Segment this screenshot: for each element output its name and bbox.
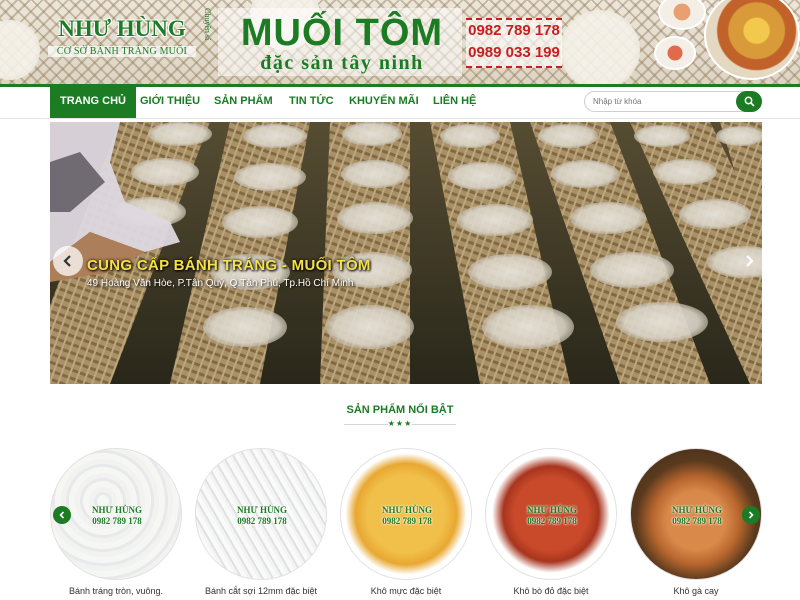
watermark-phone: 0982 789 178: [672, 516, 722, 526]
logo-subtitle: CƠ SỞ BÁNH TRÁNG MUỐI: [48, 46, 196, 57]
product-name[interactable]: Bánh cắt sợi 12mm đặc biệt: [189, 586, 333, 596]
watermark-name: NHƯ HÙNG: [672, 505, 722, 515]
section-title: SẢN PHẨM NỔI BẬT: [346, 404, 454, 416]
product-image: NHƯ HÙNG 0982 789 178: [195, 448, 327, 580]
product-name[interactable]: Bánh tráng tròn, vuông.: [44, 586, 188, 596]
product-image: NHƯ HÙNG 0982 789 178: [485, 448, 617, 580]
watermark-phone: 0982 789 178: [237, 516, 287, 526]
product-image: NHƯ HÙNG 0982 789 178: [340, 448, 472, 580]
section-stars: ★★★: [387, 419, 413, 428]
chevron-left-icon: [59, 511, 65, 519]
search-button[interactable]: [736, 91, 762, 112]
dish-image: [704, 0, 800, 80]
nav-item-about[interactable]: GIỚI THIỆU: [130, 87, 210, 116]
nav-item-promotions[interactable]: KHUYẾN MÃI: [339, 87, 429, 116]
chevron-left-icon: [63, 255, 71, 267]
product-name[interactable]: Khô bò đỏ đặc biệt: [479, 586, 623, 596]
product-name[interactable]: Khô gà cay: [624, 586, 768, 596]
hotline-phone-2[interactable]: 0989 033 199: [466, 42, 562, 64]
product-watermark: NHƯ HÙNG 0982 789 178: [196, 505, 326, 527]
watermark-name: NHƯ HÙNG: [237, 505, 287, 515]
dish-image: [658, 0, 706, 30]
product-card[interactable]: NHƯ HÙNG 0982 789 178 Khô mực đặc biệt: [340, 446, 472, 600]
product-name[interactable]: Khô mực đặc biệt: [334, 586, 478, 596]
dish-image: [654, 36, 696, 70]
hero-image: [50, 122, 762, 384]
search-icon: [744, 96, 755, 107]
brand-title: MUỐI TÔM: [240, 12, 444, 54]
hotline-box: 0982 789 178 0989 033 199: [466, 18, 562, 68]
product-card[interactable]: NHƯ HÙNG 0982 789 178 Khô bò đỏ đặc biệt: [485, 446, 617, 600]
slider-prev-button[interactable]: [53, 246, 83, 276]
product-carousel: NHƯ HÙNG 0982 789 178 Bánh tráng tròn, v…: [50, 446, 762, 600]
nav-item-contact[interactable]: LIÊN HỆ: [423, 87, 486, 116]
chevron-right-icon: [748, 511, 754, 519]
watermark-phone: 0982 789 178: [527, 516, 577, 526]
nav-item-products[interactable]: SẢN PHẨM: [204, 87, 283, 116]
nav-item-home[interactable]: TRANG CHỦ: [50, 87, 136, 118]
carousel-prev-button[interactable]: [53, 506, 71, 524]
slider-next-button[interactable]: [734, 246, 762, 276]
product-card[interactable]: NHƯ HÙNG 0982 789 178 Bánh cắt sợi 12mm …: [195, 446, 327, 600]
header-banner: NHƯ HÙNG CƠ SỞ BÁNH TRÁNG MUỐI Chuyên sỉ…: [0, 0, 800, 84]
watermark-phone: 0982 789 178: [92, 516, 142, 526]
search-input[interactable]: [593, 94, 733, 109]
product-card[interactable]: NHƯ HÙNG 0982 789 178 Bánh tráng tròn, v…: [50, 446, 182, 600]
carousel-next-button[interactable]: [742, 506, 760, 524]
watermark-phone: 0982 789 178: [382, 516, 432, 526]
food-photo: [650, 0, 800, 84]
watermark-name: NHƯ HÙNG: [382, 505, 432, 515]
hero-slider: CUNG CẤP BÁNH TRÁNG - MUỐI TÔM 49 Hoàng …: [50, 122, 762, 384]
search-box: [584, 91, 762, 112]
product-watermark: NHƯ HÙNG 0982 789 178: [486, 505, 616, 527]
product-watermark: NHƯ HÙNG 0982 789 178: [341, 505, 471, 527]
product-card[interactable]: NHƯ HÙNG 0982 789 178 Khô gà cay: [630, 446, 762, 600]
slider-caption-title: CUNG CẤP BÁNH TRÁNG - MUỐI TÔM: [87, 257, 371, 274]
site-logo[interactable]: NHƯ HÙNG CƠ SỞ BÁNH TRÁNG MUỐI: [48, 8, 196, 70]
logo-title: NHƯ HÙNG: [58, 16, 186, 41]
watermark-name: NHƯ HÙNG: [527, 505, 577, 515]
brand-subtitle: đặc sản tây ninh: [260, 52, 424, 74]
slider-caption-address: 49 Hoàng Văn Hòe, P.Tân Quý, Q.Tân Phú, …: [87, 278, 354, 289]
watermark-name: NHƯ HÙNG: [92, 505, 142, 515]
nav-item-news[interactable]: TIN TỨC: [279, 87, 344, 116]
banner-texture: [560, 10, 640, 84]
hotline-phone-1[interactable]: 0982 789 178: [466, 20, 562, 42]
chevron-right-icon: [746, 255, 754, 267]
section-divider: [412, 424, 456, 425]
vertical-tag: Chuyên sỉ: [203, 8, 212, 41]
banner-texture: [0, 20, 40, 80]
brand-block: MUỐI TÔM đặc sản tây ninh: [218, 8, 462, 76]
